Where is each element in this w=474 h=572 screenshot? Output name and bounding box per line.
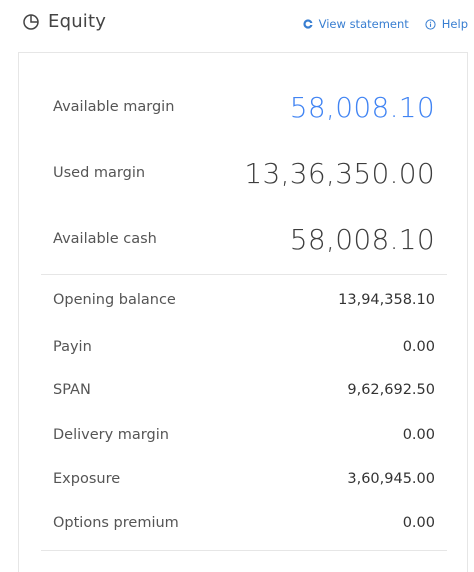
available-margin-value: 58,008.10 [289, 90, 435, 124]
payin-value: 0.00 [402, 339, 435, 355]
view-statement-label: View statement [318, 17, 409, 31]
exposure-value: 3,60,945.00 [347, 471, 435, 487]
used-margin-label: Used margin [53, 165, 146, 181]
delivery-margin-value: 0.00 [402, 427, 435, 443]
info-icon [425, 18, 436, 30]
statement-icon [303, 19, 313, 29]
help-link[interactable]: Help [425, 17, 468, 31]
used-margin-value: 13,36,350.00 [244, 156, 435, 190]
opening-balance-value: 13,94,358.10 [338, 292, 435, 308]
available-cash-value: 58,008.10 [289, 222, 435, 256]
span-label: SPAN [53, 382, 91, 398]
page-title: Equity [48, 11, 107, 32]
span-value: 9,62,692.50 [347, 382, 435, 398]
options-premium-label: Options premium [53, 515, 179, 531]
delivery-margin-label: Delivery margin [53, 427, 169, 443]
available-margin-label: Available margin [53, 99, 175, 115]
opening-balance-label: Opening balance [53, 292, 176, 308]
view-statement-link[interactable]: View statement [303, 17, 409, 31]
options-premium-row: Options premium 0.00 [53, 512, 435, 534]
section-title: Equity [22, 11, 106, 32]
header-actions: View statement Help [303, 17, 468, 31]
available-margin-row: Available margin 58,008.10 [53, 85, 435, 129]
help-label: Help [441, 17, 468, 31]
available-cash-label: Available cash [53, 231, 157, 247]
bottom-divider [41, 550, 447, 551]
summary-divider [41, 274, 447, 275]
exposure-row: Exposure 3,60,945.00 [53, 468, 435, 490]
opening-balance-row: Opening balance 13,94,358.10 [53, 289, 435, 311]
span-row: SPAN 9,62,692.50 [53, 379, 435, 401]
options-premium-value: 0.00 [402, 515, 435, 531]
payin-row: Payin 0.00 [53, 336, 435, 358]
available-cash-row: Available cash 58,008.10 [53, 217, 435, 261]
used-margin-row: Used margin 13,36,350.00 [53, 151, 435, 195]
header: Equity View statement Help [0, 0, 474, 44]
payin-label: Payin [53, 339, 92, 355]
delivery-margin-row: Delivery margin 0.00 [53, 424, 435, 446]
pie-chart-icon [22, 13, 40, 31]
equity-card: Available margin 58,008.10 Used margin 1… [18, 52, 468, 572]
exposure-label: Exposure [53, 471, 121, 487]
